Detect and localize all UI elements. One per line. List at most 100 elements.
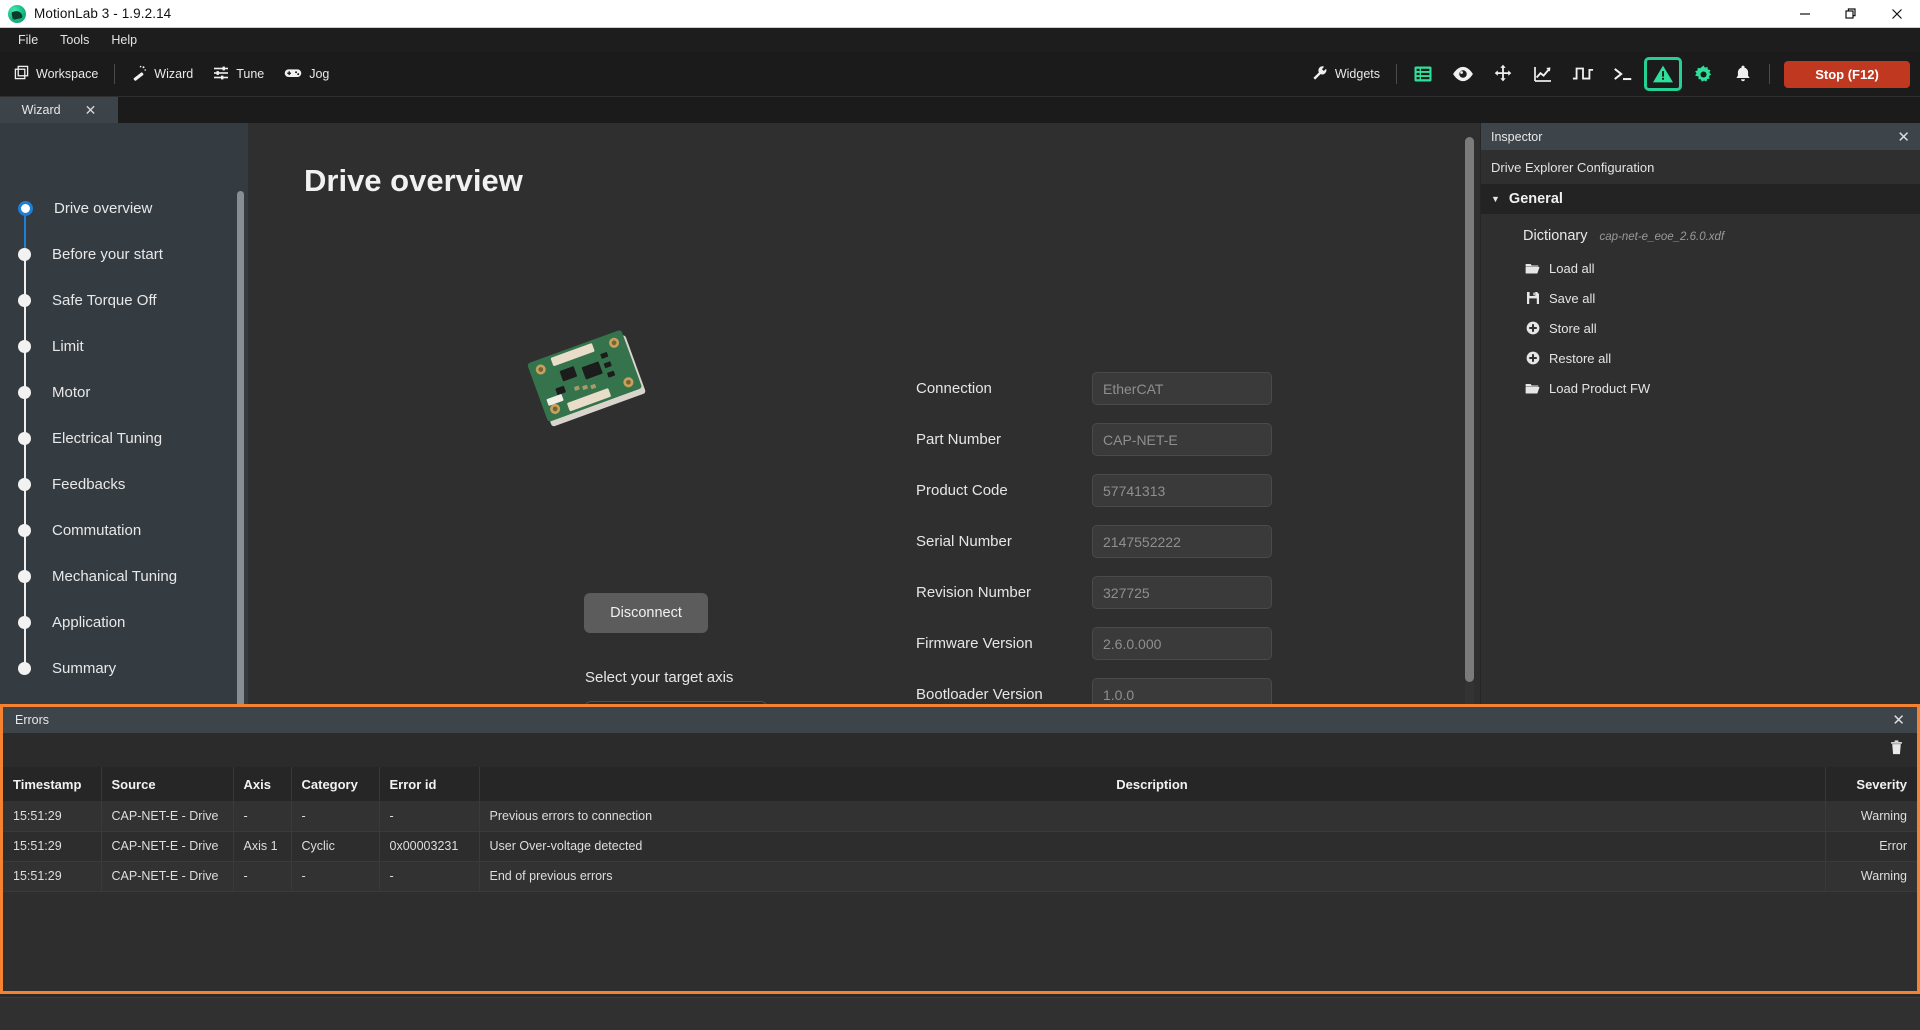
tab-wizard[interactable]: Wizard ✕	[0, 97, 118, 123]
col-header-severity[interactable]: Severity	[1825, 767, 1917, 801]
table-row[interactable]: 15:51:29 CAP-NET-E - Drive Axis 1 Cyclic…	[3, 831, 1917, 862]
step-label: Electrical Tuning	[52, 429, 163, 447]
inspector-action-store-all[interactable]: Store all	[1523, 313, 1920, 343]
toolbar-workspace-button[interactable]: Workspace	[4, 61, 108, 87]
sidebar-scrollbar-thumb[interactable]	[237, 191, 244, 711]
menu-item-file[interactable]: File	[8, 30, 48, 50]
chevron-down-icon: ▼	[1491, 194, 1500, 204]
chart-icon[interactable]	[1526, 59, 1560, 89]
inspector-action-load-all[interactable]: Load all	[1523, 253, 1920, 283]
wizard-step-limit[interactable]: Limit	[0, 323, 248, 392]
step-dot	[18, 661, 31, 675]
table-row[interactable]: 15:51:29 CAP-NET-E - Drive - - - End of …	[3, 861, 1917, 892]
toolbar-divider-1	[114, 64, 116, 84]
disconnect-button[interactable]: Disconnect	[584, 593, 708, 633]
close-icon[interactable]: ✕	[1892, 711, 1905, 729]
errors-panel-title: Errors	[15, 713, 50, 727]
inspector-group-general[interactable]: ▼ General	[1481, 184, 1920, 214]
field-value-firmware-version[interactable]: 2.6.0.000	[1092, 627, 1272, 660]
bell-icon[interactable]	[1726, 59, 1760, 89]
trash-icon[interactable]	[1890, 740, 1903, 760]
cell-source: CAP-NET-E - Drive	[101, 861, 234, 892]
errors-header-row: Timestamp Source Axis Category Error id …	[3, 767, 1917, 801]
main-scrollbar-thumb[interactable]	[1465, 137, 1474, 682]
col-header-timestamp[interactable]: Timestamp	[3, 767, 102, 801]
wizard-step-mechanical-tuning[interactable]: Mechanical Tuning	[0, 553, 248, 622]
field-value-revision-number[interactable]: 327725	[1092, 576, 1272, 609]
warning-triangle-icon[interactable]	[1644, 57, 1682, 91]
wizard-step-safe-torque-off[interactable]: Safe Torque Off	[0, 277, 248, 346]
maximize-icon[interactable]	[1828, 0, 1874, 28]
minimize-icon[interactable]	[1782, 0, 1828, 28]
eye-icon[interactable]	[1446, 59, 1480, 89]
registers-icon[interactable]	[1406, 59, 1440, 89]
field-value-product-code[interactable]: 57741313	[1092, 474, 1272, 507]
sidebar-scrollbar[interactable]	[237, 191, 244, 729]
col-header-description[interactable]: Description	[479, 767, 1826, 801]
menu-item-help[interactable]: Help	[101, 30, 147, 50]
step-dot	[18, 385, 31, 399]
field-value-serial-number[interactable]: 2147552222	[1092, 525, 1272, 558]
wizard-step-commutation[interactable]: Commutation	[0, 507, 248, 576]
close-icon[interactable]	[1874, 0, 1920, 28]
inspector-action-load-product-fw[interactable]: Load Product FW	[1523, 373, 1920, 403]
step-dot	[18, 200, 33, 216]
window-title: MotionLab 3 - 1.9.2.14	[34, 6, 172, 21]
col-header-error-id[interactable]: Error id	[379, 767, 480, 801]
wizard-step-feedbacks[interactable]: Feedbacks	[0, 461, 248, 530]
cell-description: End of previous errors	[479, 861, 1826, 892]
gear-icon[interactable]	[1686, 59, 1720, 89]
drive-board-photo	[516, 322, 661, 434]
field-label: Firmware Version	[916, 635, 1033, 652]
step-label: Feedbacks	[52, 475, 126, 493]
table-row[interactable]: 15:51:29 CAP-NET-E - Drive - - - Previou…	[3, 801, 1917, 832]
toolbar-tune-button[interactable]: Tune	[203, 61, 274, 88]
inspector-subtitle: Drive Explorer Configuration	[1481, 150, 1920, 184]
toolbar-jog-button[interactable]: Jog	[274, 62, 339, 87]
main-scrollbar[interactable]	[1465, 137, 1474, 759]
inspector-action-restore-all[interactable]: Restore all	[1523, 343, 1920, 373]
menu-item-tools[interactable]: Tools	[50, 30, 99, 50]
cell-source: CAP-NET-E - Drive	[101, 831, 234, 862]
inspector-action-save-all[interactable]: Save all	[1523, 283, 1920, 313]
terminal-icon[interactable]	[1606, 59, 1640, 89]
step-label: Commutation	[52, 521, 142, 539]
step-dot	[18, 569, 31, 583]
wrench-icon	[1312, 65, 1328, 84]
field-value-connection[interactable]: EtherCAT	[1092, 372, 1272, 405]
toolbar-wizard-button[interactable]: Wizard	[121, 61, 203, 88]
field-value-part-number[interactable]: CAP-NET-E	[1092, 423, 1272, 456]
folder-open-icon	[1525, 261, 1540, 276]
wizard-step-electrical-tuning[interactable]: Electrical Tuning	[0, 415, 248, 484]
col-header-source[interactable]: Source	[101, 767, 234, 801]
close-icon[interactable]: ✕	[85, 103, 97, 117]
inspector-body: Dictionary cap-net-e_eoe_2.6.0.xdf Load …	[1481, 214, 1920, 403]
inspector-action-label: Store all	[1549, 320, 1597, 336]
page-title: Drive overview	[304, 163, 523, 198]
axis-select-label: Select your target axis	[585, 669, 734, 686]
cell-timestamp: 15:51:29	[3, 831, 102, 862]
toolbar-workspace-label: Workspace	[36, 67, 99, 81]
close-icon[interactable]: ✕	[1897, 128, 1910, 146]
wizard-step-drive-overview[interactable]: Drive overview	[0, 185, 248, 254]
cell-axis: Axis 1	[233, 831, 292, 862]
col-header-axis[interactable]: Axis	[233, 767, 292, 801]
move-arrows-icon[interactable]	[1486, 59, 1520, 89]
field-row-revision-number: Revision Number 327725	[916, 567, 1272, 618]
waveform-icon[interactable]	[1566, 59, 1600, 89]
step-label: Drive overview	[54, 199, 153, 217]
toolbar-widgets-button[interactable]: Widgets	[1302, 61, 1390, 88]
wizard-step-summary[interactable]: Summary	[0, 645, 248, 691]
wizard-step-motor[interactable]: Motor	[0, 369, 248, 438]
toolbar-jog-label: Jog	[309, 67, 330, 81]
inspector-action-label: Load Product FW	[1549, 380, 1651, 396]
wizard-step-before-your-start[interactable]: Before your start	[0, 231, 248, 300]
cell-timestamp: 15:51:29	[3, 861, 102, 892]
col-header-category[interactable]: Category	[291, 767, 380, 801]
step-dot	[18, 293, 31, 307]
dictionary-row: Dictionary cap-net-e_eoe_2.6.0.xdf	[1523, 228, 1920, 244]
wizard-step-application[interactable]: Application	[0, 599, 248, 668]
wizard-step-sidebar: Drive overview Before your start Safe To…	[0, 123, 248, 780]
stop-button[interactable]: Stop (F12)	[1784, 60, 1910, 88]
step-dot	[18, 615, 31, 629]
